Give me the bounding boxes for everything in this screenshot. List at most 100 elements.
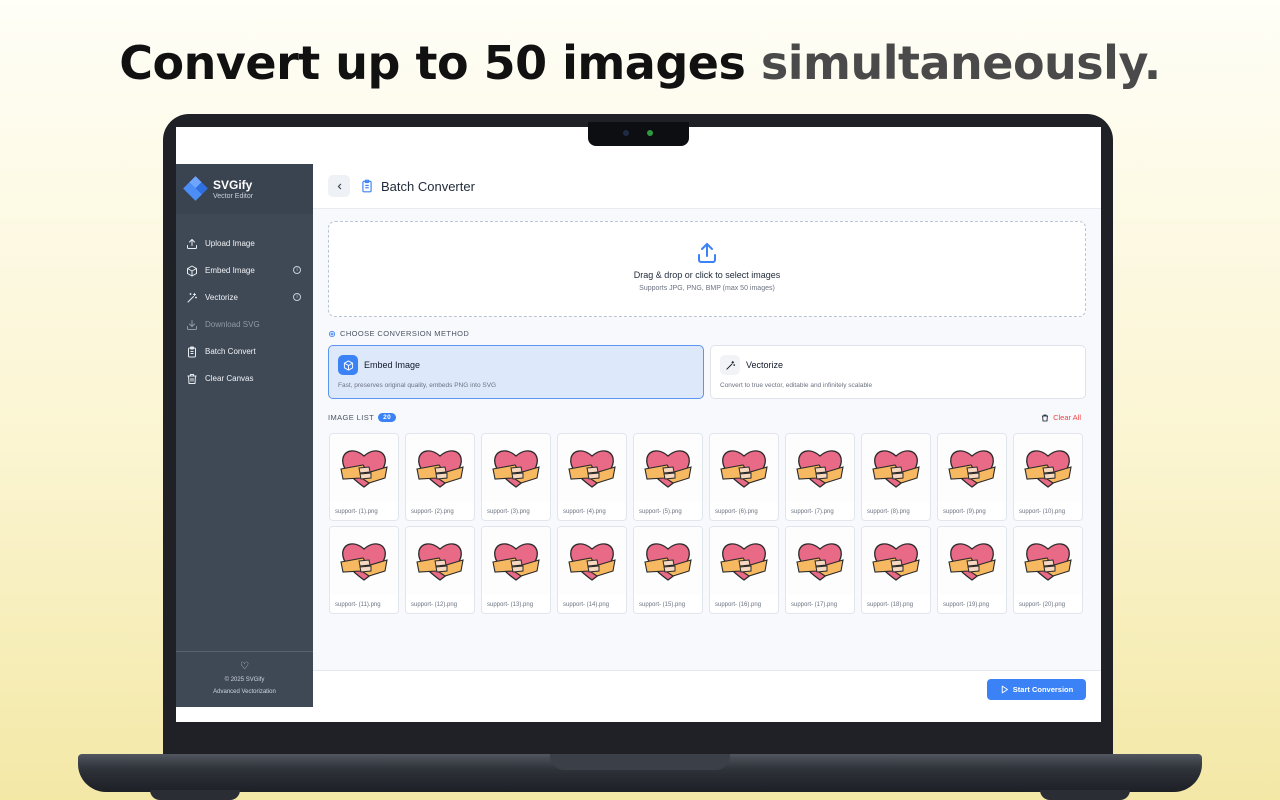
- info-icon[interactable]: i: [293, 293, 301, 301]
- thumbnail-filename: support- (20).png: [1019, 602, 1066, 608]
- sidebar-item-upload-image[interactable]: Upload Image: [176, 230, 313, 257]
- sidebar-item-label: Batch Convert: [205, 347, 256, 356]
- magic-wand-icon: [720, 355, 740, 375]
- heart-hands-image: [862, 434, 930, 502]
- gear-icon: [328, 330, 336, 337]
- heart-hands-image: [406, 527, 474, 595]
- upload-icon: [329, 241, 1085, 265]
- marketing-headline: Convert up to 50 images simultaneously.: [0, 36, 1280, 90]
- method-name: Vectorize: [746, 360, 784, 370]
- image-thumbnail[interactable]: support- (18).png: [861, 526, 931, 614]
- sidebar-item-download-svg[interactable]: Download SVG: [176, 311, 313, 338]
- method-name: Embed Image: [364, 360, 421, 370]
- sidebar-item-label: Embed Image: [205, 266, 255, 275]
- sidebar: SVGify Vector Editor Upload Image Embed …: [176, 164, 313, 707]
- thumbnail-filename: support- (10).png: [1019, 509, 1066, 515]
- dropzone-subtitle: Supports JPG, PNG, BMP (max 50 images): [639, 285, 775, 292]
- start-conversion-button[interactable]: Start Conversion: [987, 679, 1086, 700]
- trash-icon: [1042, 414, 1049, 421]
- image-thumbnail[interactable]: support- (11).png: [329, 526, 399, 614]
- sidebar-item-vectorize[interactable]: Vectorize i: [176, 284, 313, 311]
- play-icon: [1001, 685, 1008, 694]
- thumbnail-filename: support- (9).png: [943, 509, 986, 515]
- heart-hands-image: [634, 527, 702, 595]
- brand-name: SVGify: [213, 178, 253, 192]
- image-thumbnail[interactable]: support- (12).png: [405, 526, 475, 614]
- thumbnail-filename: support- (5).png: [639, 509, 682, 515]
- heart-hands-image: [938, 434, 1006, 502]
- image-thumbnail[interactable]: support- (20).png: [1013, 526, 1083, 614]
- heart-hands-image: [330, 527, 398, 595]
- conversion-method-label: CHOOSE CONVERSION METHOD: [328, 329, 469, 338]
- upload-dropzone[interactable]: Drag & drop or click to select images Su…: [328, 221, 1086, 317]
- thumbnail-filename: support- (3).png: [487, 509, 530, 515]
- image-thumbnail[interactable]: support- (15).png: [633, 526, 703, 614]
- image-thumbnail[interactable]: support- (8).png: [861, 433, 931, 521]
- info-icon[interactable]: i: [293, 266, 301, 274]
- heart-hands-image: [558, 434, 626, 502]
- chevron-left-icon: [337, 183, 341, 189]
- sidebar-footer: ♡ © 2025 SVGify Advanced Vectorization: [176, 651, 313, 707]
- sidebar-item-embed-image[interactable]: Embed Image i: [176, 257, 313, 284]
- heart-hands-image: [862, 527, 930, 595]
- thumbnail-filename: support- (12).png: [411, 602, 458, 608]
- heart-icon: ♡: [240, 661, 249, 672]
- sidebar-item-clear-canvas[interactable]: Clear Canvas: [176, 365, 313, 392]
- headline-part-1: Convert up to 50 images: [119, 36, 746, 90]
- image-thumbnail[interactable]: support- (6).png: [709, 433, 779, 521]
- page-title: Batch Converter: [381, 178, 475, 194]
- heart-hands-image: [710, 434, 778, 502]
- image-thumbnail[interactable]: support- (7).png: [785, 433, 855, 521]
- thumbnail-filename: support- (14).png: [563, 602, 610, 608]
- copyright-text: © 2025 SVGify: [224, 677, 265, 683]
- heart-hands-image: [406, 434, 474, 502]
- image-thumbnail[interactable]: support- (1).png: [329, 433, 399, 521]
- thumbnail-filename: support- (15).png: [639, 602, 686, 608]
- thumbnail-filename: support- (4).png: [563, 509, 606, 515]
- heart-hands-image: [786, 434, 854, 502]
- image-thumbnail[interactable]: support- (4).png: [557, 433, 627, 521]
- brand-tagline: Vector Editor: [213, 193, 254, 200]
- image-thumbnail[interactable]: support- (2).png: [405, 433, 475, 521]
- image-thumbnail[interactable]: support- (9).png: [937, 433, 1007, 521]
- heart-hands-image: [938, 527, 1006, 595]
- heart-hands-image: [1014, 434, 1082, 502]
- image-thumbnail[interactable]: support- (19).png: [937, 526, 1007, 614]
- brand: SVGify Vector Editor: [176, 164, 313, 214]
- image-thumbnail[interactable]: support- (17).png: [785, 526, 855, 614]
- dropzone-title: Drag & drop or click to select images: [633, 270, 781, 280]
- thumbnail-filename: support- (16).png: [715, 602, 762, 608]
- image-thumbnail[interactable]: support- (5).png: [633, 433, 703, 521]
- footer-subtitle: Advanced Vectorization: [213, 689, 276, 695]
- heart-hands-image: [558, 527, 626, 595]
- image-thumbnail[interactable]: support- (16).png: [709, 526, 779, 614]
- camera-notch: [588, 122, 689, 146]
- laptop-foot-right: [1040, 790, 1130, 800]
- method-description: Convert to true vector, editable and inf…: [720, 382, 873, 389]
- thumbnail-filename: support- (2).png: [411, 509, 454, 515]
- image-list-label: IMAGE LIST 20: [328, 413, 397, 422]
- sidebar-item-label: Clear Canvas: [205, 374, 254, 383]
- image-thumbnail[interactable]: support- (10).png: [1013, 433, 1083, 521]
- method-description: Fast, preserves original quality, embeds…: [338, 382, 497, 389]
- headline-part-2: simultaneously.: [745, 36, 1161, 90]
- sidebar-item-batch-convert[interactable]: Batch Convert: [176, 338, 313, 365]
- laptop-screen: SVGify Vector Editor Upload Image Embed …: [176, 127, 1101, 722]
- image-thumbnail[interactable]: support- (13).png: [481, 526, 551, 614]
- laptop-hinge-notch: [550, 754, 730, 770]
- heart-hands-image: [1014, 527, 1082, 595]
- cube-icon: [185, 264, 198, 277]
- clear-all-button[interactable]: Clear All: [1041, 413, 1081, 422]
- thumbnail-filename: support- (1).png: [335, 509, 378, 515]
- back-button[interactable]: [328, 175, 350, 197]
- image-thumbnail[interactable]: support- (14).png: [557, 526, 627, 614]
- page-header: Batch Converter: [313, 164, 1101, 209]
- main-panel: Batch Converter Drag & drop or click to …: [313, 164, 1101, 707]
- app-window: SVGify Vector Editor Upload Image Embed …: [176, 164, 1101, 707]
- thumbnail-filename: support- (17).png: [791, 602, 838, 608]
- image-thumbnail[interactable]: support- (3).png: [481, 433, 551, 521]
- thumbnail-filename: support- (13).png: [487, 602, 534, 608]
- method-card-embed-image[interactable]: Embed Image Fast, preserves original qua…: [328, 345, 704, 399]
- method-card-vectorize[interactable]: Vectorize Convert to true vector, editab…: [710, 345, 1086, 399]
- logo-icon: [183, 176, 208, 201]
